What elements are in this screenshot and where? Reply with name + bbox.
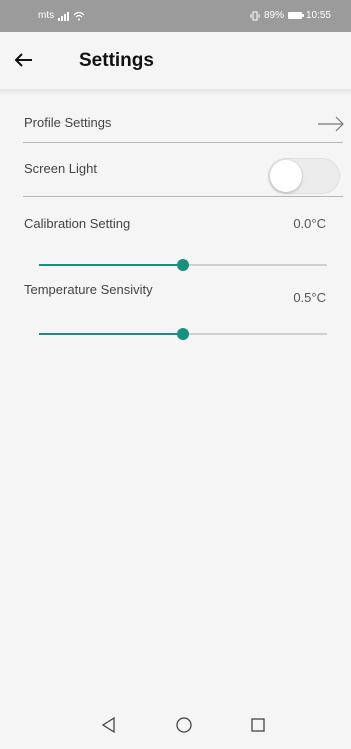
slider-thumb[interactable]	[177, 259, 189, 271]
wifi-icon	[73, 11, 85, 20]
home-circle-icon[interactable]	[174, 715, 194, 735]
temperature-value: 0.5°C	[293, 290, 326, 305]
divider	[23, 142, 343, 143]
arrow-right-icon[interactable]	[316, 114, 346, 134]
status-left: mts	[38, 10, 85, 21]
battery-icon	[287, 12, 304, 19]
carrier-label: mts	[38, 10, 55, 21]
slider-fill	[39, 333, 183, 335]
recents-square-icon[interactable]	[248, 715, 268, 735]
system-nav-bar	[0, 705, 351, 749]
calibration-setting-label: Calibration Setting	[24, 216, 131, 231]
divider	[23, 196, 343, 197]
screen-light-label: Screen Light	[24, 161, 97, 176]
temperature-slider[interactable]	[39, 327, 327, 341]
screen-light-toggle[interactable]	[268, 158, 340, 194]
page-title: Settings	[79, 50, 154, 71]
signal-icon	[58, 11, 70, 21]
app-bar: Settings	[0, 32, 351, 90]
temperature-sensivity-label: Temperature Sensivity	[24, 282, 153, 297]
app-bar-shadow	[0, 89, 351, 95]
calibration-value: 0.0°C	[293, 216, 326, 231]
slider-fill	[39, 264, 183, 266]
vibrate-icon	[250, 11, 260, 20]
status-right: 89% 10:55	[250, 10, 331, 21]
battery-percent: 89%	[263, 10, 284, 21]
status-bar: mts 89% 10:55	[0, 0, 351, 32]
toggle-knob	[270, 160, 302, 192]
back-triangle-icon[interactable]	[99, 715, 119, 735]
clock: 10:55	[305, 10, 331, 21]
arrow-left-icon[interactable]	[12, 48, 36, 72]
profile-settings-label[interactable]: Profile Settings	[24, 115, 111, 130]
slider-thumb[interactable]	[177, 328, 189, 340]
calibration-slider[interactable]	[39, 258, 327, 272]
